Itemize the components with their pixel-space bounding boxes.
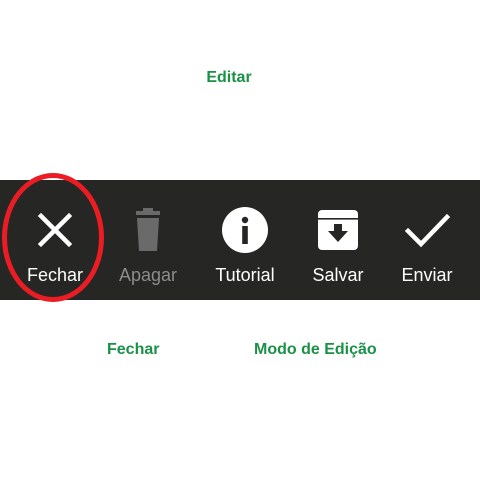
delete-button-label: Apagar (118, 265, 178, 285)
tutorial-button[interactable]: Tutorial (197, 180, 293, 300)
archive-download-icon (318, 210, 358, 250)
checkmark-icon (404, 213, 451, 248)
editar-caption: Editar (206, 69, 252, 86)
send-button[interactable]: Enviar (379, 180, 475, 300)
save-button-label: Salvar (312, 265, 364, 285)
fechar-caption: Fechar (107, 341, 160, 358)
tutorial-button-label: Tutorial (215, 265, 275, 285)
edit-mode-caption: Modo de Edição (254, 341, 377, 358)
save-button[interactable]: Salvar (290, 180, 386, 300)
info-icon (222, 207, 268, 253)
close-highlight-circle (2, 173, 104, 302)
send-button-label: Enviar (401, 265, 453, 285)
trash-icon (136, 208, 160, 251)
delete-button[interactable]: Apagar (100, 180, 196, 300)
